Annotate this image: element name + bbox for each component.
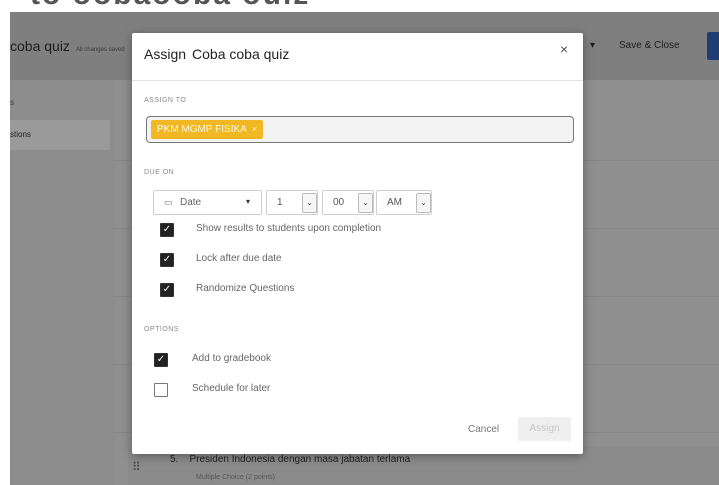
- chevron-down-icon: ▾: [590, 40, 596, 51]
- header-divider: [132, 80, 583, 81]
- due-on-label: DUE ON: [144, 169, 175, 176]
- option-label: Add to gradebook: [192, 353, 271, 364]
- date-picker[interactable]: ▭ Date ▾: [153, 190, 262, 215]
- class-chip[interactable]: PKM MGMP FISIKA ×: [151, 120, 264, 139]
- ampm-select[interactable]: AM ⌄: [376, 190, 432, 215]
- options-label: OPTIONS: [144, 326, 180, 333]
- option-label: Schedule for later: [192, 383, 271, 394]
- setting-label: Randomize Questions: [196, 283, 295, 294]
- chevron-down-icon[interactable]: ⌄: [358, 193, 373, 213]
- question-text: Presiden Indonesia dengan masa jabatan t…: [189, 454, 411, 465]
- calendar-icon: ▭: [164, 197, 173, 207]
- page-top-strip: to oobaooba ouiz: [0, 0, 719, 12]
- minute-select[interactable]: 00 ⌄: [322, 190, 374, 215]
- chevron-down-icon[interactable]: ⌄: [302, 193, 317, 213]
- checkbox-checked[interactable]: ✓: [154, 353, 168, 367]
- assign-dialog: Assign Coba coba quiz × ASSIGN TO PKM MGM…: [132, 33, 583, 454]
- background-quiz-title: coba quiz All changes saved: [10, 38, 125, 54]
- dialog-title: Assign Coba coba quiz: [144, 46, 289, 62]
- date-placeholder: Date: [180, 197, 202, 208]
- close-icon[interactable]: ×: [560, 41, 568, 57]
- class-chip-label: PKM MGMP FISIKA: [157, 124, 247, 135]
- assign-to-field[interactable]: PKM MGMP FISIKA ×: [146, 116, 574, 143]
- ampm-value: AM: [387, 197, 402, 208]
- cancel-button[interactable]: Cancel: [468, 424, 499, 435]
- save-status-text: All changes saved: [75, 47, 125, 53]
- chip-remove-icon[interactable]: ×: [252, 124, 257, 134]
- primary-action-button[interactable]: [707, 32, 719, 60]
- question-meta: Multiple Choice (2 points): [196, 474, 275, 481]
- sidebar-item-label: stions: [10, 130, 31, 139]
- setting-label: Show results to students upon completion: [196, 223, 382, 234]
- checkbox-unchecked[interactable]: ✓: [154, 383, 168, 397]
- question-number: 5.: [170, 454, 179, 465]
- assign-button[interactable]: Assign: [518, 417, 571, 441]
- minute-value: 00: [333, 197, 345, 208]
- question-text-row: 5. Presiden Indonesia dengan masa jabata…: [170, 454, 410, 465]
- sidebar-short-label: s: [10, 98, 14, 107]
- setting-label: Lock after due date: [196, 253, 282, 264]
- drag-handle-icon[interactable]: ⠿: [132, 460, 141, 474]
- quiz-title-text: coba quiz: [10, 38, 70, 54]
- checkbox-checked[interactable]: ✓: [160, 223, 174, 237]
- hour-value: 1: [277, 197, 283, 208]
- sidebar-item-questions[interactable]: stions: [10, 120, 110, 150]
- dialog-title-name: Coba coba quiz: [192, 46, 290, 62]
- page-heading-partial: to oobaooba ouiz: [30, 0, 310, 12]
- assign-to-label: ASSIGN TO: [144, 97, 187, 104]
- save-close-button[interactable]: Save & Close: [619, 40, 680, 51]
- chevron-down-icon[interactable]: ⌄: [416, 193, 431, 213]
- checkbox-checked[interactable]: ✓: [160, 253, 174, 267]
- hour-select[interactable]: 1 ⌄: [266, 190, 318, 215]
- checkbox-checked[interactable]: ✓: [160, 283, 174, 297]
- caret-down-icon: ▾: [246, 197, 251, 206]
- dialog-title-prefix: Assign: [144, 46, 187, 62]
